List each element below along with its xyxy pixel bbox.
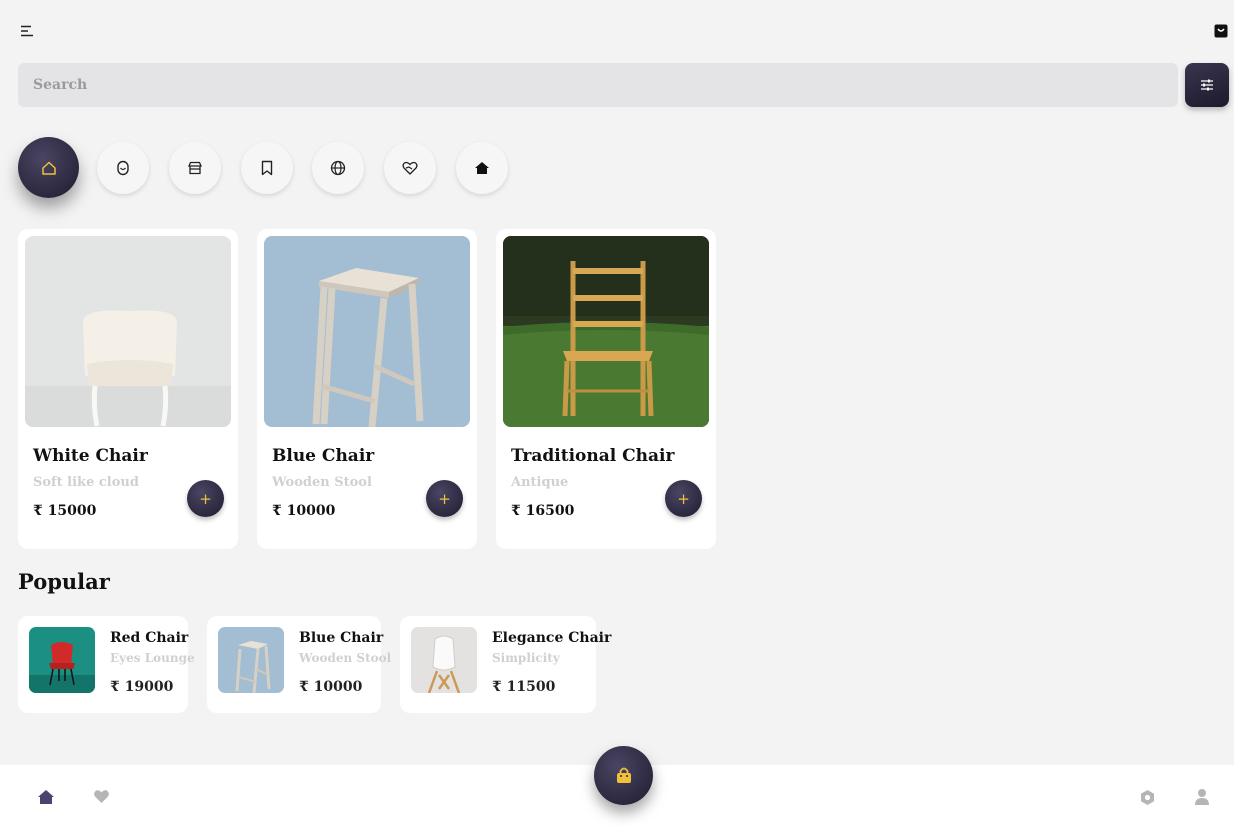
category-globe[interactable] [312, 142, 364, 194]
popular-item-price: ₹ 19000 [110, 679, 174, 695]
popular-item[interactable]: Blue Chair Wooden Stool ₹ 10000 [207, 616, 391, 713]
popular-item-image [29, 627, 95, 693]
category-charity[interactable] [384, 142, 436, 194]
globe-icon [330, 160, 346, 176]
product-subtitle: Wooden Stool [272, 475, 372, 490]
menu-icon [21, 25, 33, 37]
home-icon [41, 161, 56, 175]
store-icon [188, 161, 202, 175]
popular-item-subtitle: Wooden Stool [299, 651, 392, 665]
product-price: ₹ 15000 [33, 503, 97, 519]
product-subtitle: Antique [511, 475, 569, 490]
profile-icon [1195, 789, 1209, 805]
product-image [503, 236, 709, 427]
cart-icon [616, 767, 631, 783]
product-image [264, 236, 470, 427]
nav-home[interactable] [36, 787, 56, 807]
nav-favorites[interactable] [91, 786, 111, 806]
product-image [25, 236, 231, 427]
nav-profile[interactable] [1192, 787, 1212, 807]
product-name: Blue Chair [272, 446, 375, 466]
home-filled-icon [475, 162, 489, 174]
popular-item[interactable]: Red Chair Eyes Lounge ₹ 19000 [18, 616, 195, 713]
product-name: White Chair [33, 446, 148, 466]
popular-item-subtitle: Eyes Lounge [110, 651, 195, 665]
mouse-icon [117, 160, 129, 176]
product-name: Traditional Chair [511, 446, 675, 466]
category-home-filled[interactable] [456, 142, 508, 194]
sliders-icon [1201, 79, 1213, 91]
product-subtitle: Soft like cloud [33, 475, 139, 490]
heart-hand-icon [402, 161, 418, 175]
popular-item-name: Blue Chair [299, 630, 384, 646]
home-icon [38, 790, 54, 804]
menu-button[interactable] [18, 22, 36, 40]
popular-item[interactable]: Elegance Chair Simplicity ₹ 11500 [400, 616, 611, 713]
shopping-bag-icon [1214, 24, 1228, 38]
popular-item-price: ₹ 10000 [299, 679, 363, 695]
product-price: ₹ 16500 [511, 503, 575, 519]
popular-heading: Popular [18, 569, 110, 594]
bookmark-icon [261, 160, 273, 176]
product-card[interactable]: White Chair Soft like cloud ₹ 15000 + [18, 229, 238, 549]
popular-item-image [411, 627, 477, 693]
settings-icon [1140, 789, 1154, 805]
nav-settings[interactable] [1137, 787, 1157, 807]
category-bookmark[interactable] [241, 142, 293, 194]
search-input[interactable] [18, 63, 1178, 107]
cart-button[interactable] [594, 746, 653, 805]
popular-item-subtitle: Simplicity [492, 651, 560, 665]
add-to-cart-button[interactable]: + [187, 480, 224, 517]
filter-button[interactable] [1185, 63, 1229, 107]
popular-item-price: ₹ 11500 [492, 679, 556, 695]
heart-icon [93, 789, 109, 803]
category-store[interactable] [169, 142, 221, 194]
product-card[interactable]: Traditional Chair Antique ₹ 16500 + [496, 229, 716, 549]
add-to-cart-button[interactable]: + [665, 480, 702, 517]
category-mouse[interactable] [97, 142, 149, 194]
popular-item-name: Elegance Chair [492, 630, 612, 646]
popular-item-image [218, 627, 284, 693]
popular-item-name: Red Chair [110, 630, 189, 646]
shopping-bag-button[interactable] [1212, 22, 1230, 40]
add-to-cart-button[interactable]: + [426, 480, 463, 517]
category-home[interactable] [18, 137, 79, 198]
product-card[interactable]: Blue Chair Wooden Stool ₹ 10000 + [257, 229, 477, 549]
product-price: ₹ 10000 [272, 503, 336, 519]
